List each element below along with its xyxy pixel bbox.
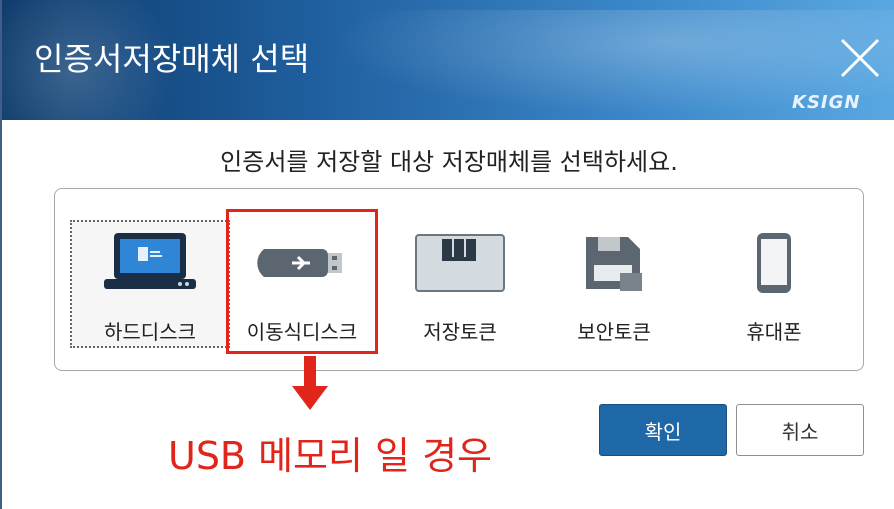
instruction-text: 인증서를 저장할 대상 저장매체를 선택하세요. xyxy=(220,148,678,176)
media-item-removable-disk[interactable]: 이동식디스크 xyxy=(222,220,382,348)
brand-logo: KSIGN xyxy=(792,92,861,113)
usb-drive-icon xyxy=(257,249,342,277)
dialog-title: 인증서저장매체 선택 xyxy=(34,40,310,78)
media-label: 하드디스크 xyxy=(104,320,196,344)
arrow-down-icon xyxy=(290,356,330,412)
media-label: 저장토큰 xyxy=(423,320,497,344)
storage-token-icon xyxy=(415,234,505,292)
phone-icon xyxy=(757,233,791,293)
media-item-storage-token[interactable]: 저장토큰 xyxy=(380,220,540,348)
title-bar: 인증서저장매체 선택 KSIGN xyxy=(2,0,894,120)
cancel-button[interactable]: 취소 xyxy=(736,404,864,456)
ok-button[interactable]: 확인 xyxy=(599,404,727,456)
media-item-hard-disk[interactable]: 하드디스크 xyxy=(70,220,230,348)
media-item-mobile-phone[interactable]: 휴대폰 xyxy=(694,220,854,348)
media-item-security-token[interactable]: 보안토큰 xyxy=(534,220,694,348)
certificate-storage-dialog: 인증서저장매체 선택 KSIGN 인증서를 저장할 대상 저장매체를 선택하세요… xyxy=(0,0,894,509)
media-label: 보안토큰 xyxy=(577,320,651,344)
laptop-icon xyxy=(104,233,196,289)
close-button[interactable] xyxy=(838,36,882,80)
media-label: 휴대폰 xyxy=(746,320,802,344)
annotation-text: USB 메모리 일 경우 xyxy=(168,434,493,478)
close-icon xyxy=(840,38,880,78)
security-token-icon xyxy=(586,237,642,291)
media-label: 이동식디스크 xyxy=(246,320,358,344)
